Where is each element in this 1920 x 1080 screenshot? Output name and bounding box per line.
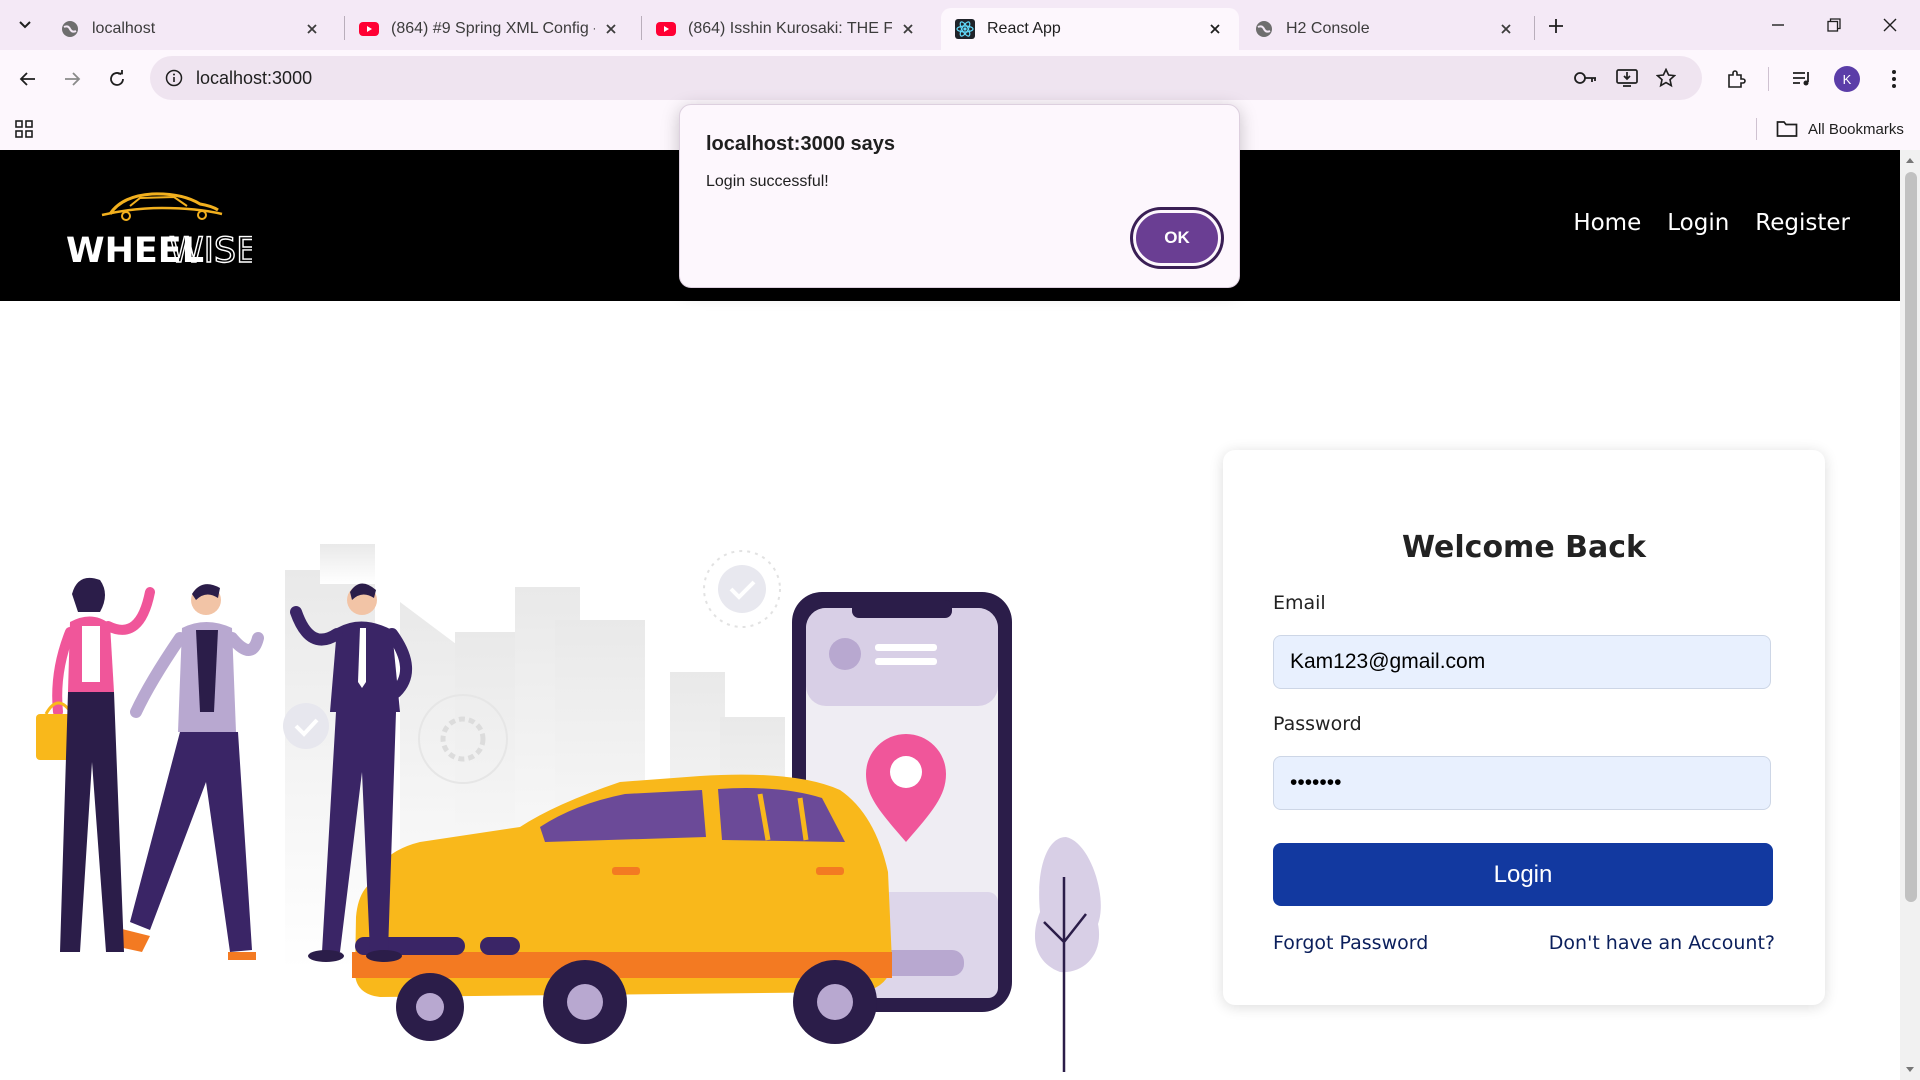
profile-avatar[interactable]: K — [1834, 66, 1860, 92]
tab-strip: localhost (864) #9 Spring XML Config - Y… — [0, 0, 1920, 50]
logo-wordmark-wise: WISE — [169, 231, 252, 271]
close-window-button[interactable] — [1862, 8, 1918, 42]
apps-grid-icon[interactable] — [12, 117, 36, 141]
react-icon — [955, 19, 975, 39]
all-bookmarks-label: All Bookmarks — [1808, 120, 1904, 138]
globe-icon — [60, 19, 80, 39]
web-page: WHEEL WISE Home Login Register Welcome B… — [0, 150, 1900, 1078]
password-label: Password — [1273, 713, 1362, 735]
nav-register-link[interactable]: Register — [1755, 210, 1850, 236]
email-label: Email — [1273, 592, 1326, 614]
folder-icon — [1776, 121, 1798, 137]
nav-login-link[interactable]: Login — [1667, 210, 1729, 236]
tab-title: (864) #9 Spring XML Config - Yo — [391, 20, 595, 37]
url-text[interactable]: localhost:3000 — [196, 68, 312, 89]
nav-home-link[interactable]: Home — [1573, 210, 1641, 236]
scrollbar-thumb[interactable] — [1905, 172, 1917, 902]
dialog-title: localhost:3000 says — [706, 133, 895, 155]
tab-divider — [1534, 16, 1535, 40]
minimize-icon — [1772, 24, 1784, 26]
register-account-link[interactable]: Don't have an Account? — [1549, 932, 1775, 954]
tab-localhost[interactable]: localhost — [46, 8, 336, 50]
all-bookmarks-button[interactable]: All Bookmarks — [1776, 117, 1904, 141]
new-tab-button[interactable] — [1542, 12, 1570, 40]
close-icon[interactable] — [302, 19, 322, 39]
address-bar[interactable]: localhost:3000 — [150, 56, 1702, 100]
restore-button[interactable] — [1806, 8, 1862, 42]
install-app-icon[interactable] — [1611, 62, 1643, 94]
more-menu-icon[interactable] — [1878, 63, 1910, 95]
login-card: Welcome Back Email Password Login Forgot… — [1223, 450, 1825, 1005]
man-figure — [114, 584, 264, 960]
site-info-icon[interactable] — [162, 66, 186, 90]
close-icon[interactable] — [898, 19, 918, 39]
tab-isshin[interactable]: (864) Isshin Kurosaki: THE FORG — [642, 8, 932, 50]
minimize-button[interactable] — [1750, 8, 1806, 42]
bookmark-star-icon[interactable] — [1650, 62, 1682, 94]
page-scrollbar[interactable] — [1900, 150, 1920, 1080]
scroll-up-arrow-icon[interactable] — [1904, 154, 1916, 166]
tab-h2-console[interactable]: H2 Console — [1240, 8, 1530, 50]
arrow-right-icon — [65, 72, 81, 86]
toolbar-divider — [1768, 67, 1769, 91]
browser-toolbar: localhost:3000 K — [0, 50, 1920, 108]
car-logo-icon: WHEEL WISE — [66, 192, 259, 272]
login-title: Welcome Back — [1402, 530, 1646, 565]
forward-button[interactable] — [56, 63, 88, 95]
check-badge-icon — [718, 565, 766, 613]
forgot-password-link[interactable]: Forgot Password — [1273, 932, 1428, 954]
bookmark-divider — [1756, 118, 1757, 140]
globe-icon — [1254, 19, 1274, 39]
arrow-left-icon — [19, 72, 35, 86]
tab-title: (864) Isshin Kurosaki: THE FORG — [688, 20, 892, 37]
youtube-icon — [359, 19, 379, 39]
dialog-message: Login successful! — [706, 173, 829, 190]
media-controls-icon[interactable] — [1786, 63, 1818, 95]
alert-dialog: localhost:3000 says Login successful! OK — [679, 104, 1240, 288]
back-button[interactable] — [12, 63, 44, 95]
tab-spring-xml[interactable]: (864) #9 Spring XML Config - Yo — [345, 8, 635, 50]
youtube-icon — [656, 19, 676, 39]
reload-button[interactable] — [101, 63, 133, 95]
email-input[interactable] — [1273, 635, 1771, 689]
password-key-icon[interactable] — [1570, 62, 1602, 94]
tab-title: H2 Console — [1286, 20, 1370, 37]
tab-title: React App — [987, 20, 1061, 37]
plus-icon — [1549, 19, 1563, 33]
tab-react-app[interactable]: React App — [941, 8, 1239, 50]
speech-check-icon — [283, 703, 329, 749]
tree — [1034, 837, 1101, 1072]
scroll-down-arrow-icon[interactable] — [1904, 1064, 1916, 1076]
wheelwise-logo[interactable]: WHEEL WISE — [62, 184, 259, 274]
close-icon[interactable] — [601, 19, 621, 39]
close-icon[interactable] — [1496, 19, 1516, 39]
restore-icon — [1827, 18, 1841, 32]
extensions-puzzle-icon[interactable] — [1720, 63, 1752, 95]
site-nav: Home Login Register — [1573, 210, 1850, 236]
car-rental-illustration — [36, 544, 1101, 1072]
login-button[interactable]: Login — [1273, 843, 1773, 906]
password-input[interactable] — [1273, 756, 1771, 810]
tab-search-button[interactable] — [12, 12, 38, 38]
chevron-down-icon — [19, 21, 31, 29]
tab-title: localhost — [92, 20, 156, 37]
close-icon[interactable] — [1205, 19, 1225, 39]
reload-icon — [110, 70, 124, 86]
woman-figure — [36, 577, 155, 952]
dialog-ok-button[interactable]: OK — [1133, 210, 1221, 266]
close-icon — [1883, 18, 1897, 32]
